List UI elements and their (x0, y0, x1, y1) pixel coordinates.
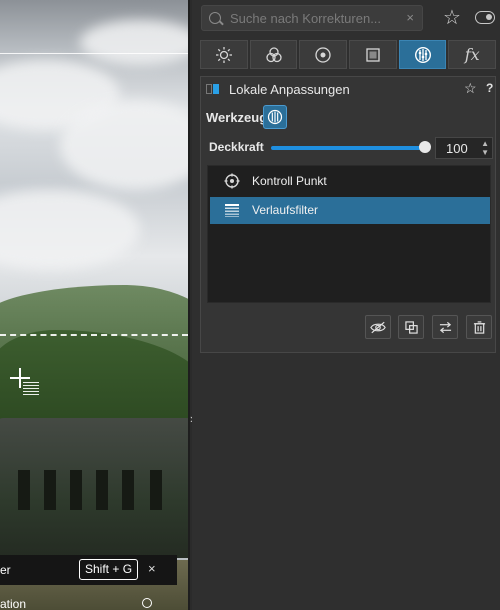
train-window (96, 470, 108, 510)
search-icon (209, 12, 221, 24)
gradient-filter-icon (224, 202, 240, 218)
color-circles-icon (265, 46, 282, 62)
invert-button[interactable] (432, 315, 458, 339)
search-input[interactable] (230, 9, 410, 27)
refresh-icon[interactable] (142, 598, 152, 608)
eye-icon (370, 321, 386, 333)
bottom-label: ation (0, 597, 27, 610)
train-window (150, 470, 162, 510)
opacity-value-field[interactable]: 100 ▲ ▼ (435, 137, 493, 159)
swap-arrows-icon (439, 321, 451, 333)
duplicate-icon (404, 320, 418, 334)
tab-local-adjustments[interactable] (398, 40, 447, 69)
opacity-value: 100 (446, 141, 468, 156)
opacity-slider[interactable] (271, 146, 425, 150)
tab-sun[interactable] (200, 40, 248, 69)
visibility-button[interactable] (365, 315, 391, 339)
train-window (44, 470, 56, 510)
local-adjust-icon (414, 46, 431, 63)
control-point-icon (224, 173, 240, 189)
module-favorite-star-icon[interactable]: ☆ (464, 80, 477, 97)
list-item-label: Kontroll Punkt (252, 174, 327, 188)
tool-button[interactable] (263, 105, 287, 129)
color-wheel-icon (315, 46, 331, 63)
trash-icon (473, 320, 485, 334)
list-item-control-point[interactable]: Kontroll Punkt (210, 168, 490, 195)
cloud (80, 20, 188, 65)
module-toggle-icon[interactable] (206, 84, 220, 94)
tab-effects[interactable]: fx (448, 40, 497, 69)
toggle-switch[interactable] (475, 11, 495, 24)
search-box[interactable]: × (201, 5, 423, 31)
spinner-arrows-icon[interactable]: ▲ ▼ (481, 139, 489, 157)
image-canvas[interactable]: er Shift + G × ation (0, 0, 188, 610)
duplicate-button[interactable] (398, 315, 424, 339)
favorites-star-icon[interactable]: ☆ (443, 5, 461, 30)
train-window (18, 470, 30, 510)
panel-divider[interactable] (188, 0, 190, 610)
module-title: Lokale Anpassungen (229, 82, 350, 97)
shortcut-tooltip: er Shift + G × (0, 555, 177, 585)
local-adjust-icon (267, 109, 283, 125)
gradient-guide-dashed-line[interactable] (0, 334, 188, 336)
list-item-gradient-filter[interactable]: Verlaufsfilter (210, 197, 490, 224)
cloud (0, 190, 140, 270)
shortcut-key: Shift + G (79, 559, 139, 580)
sun-icon (215, 46, 232, 63)
module-header[interactable]: Lokale Anpassungen ☆ ? (201, 77, 495, 101)
tool-label: Werkzeug (206, 110, 268, 125)
frame-icon (366, 47, 380, 62)
tab-geometry[interactable] (349, 40, 397, 69)
right-panel: × ☆ (192, 0, 500, 610)
fx-icon: fx (464, 45, 480, 64)
cloud (60, 100, 188, 190)
close-icon[interactable]: × (148, 561, 156, 576)
tab-color[interactable] (249, 40, 298, 69)
delete-button[interactable] (466, 315, 492, 339)
help-icon[interactable]: ? (486, 81, 493, 95)
clear-icon[interactable]: × (406, 10, 414, 25)
local-adjustments-module: Lokale Anpassungen ☆ ? Werkzeug Deckkraf… (200, 76, 496, 353)
tab-detail[interactable] (299, 40, 348, 69)
opacity-label: Deckkraft (209, 140, 264, 154)
train-window (70, 470, 82, 510)
adjustment-list: Kontroll Punkt Verlaufsfilter (207, 165, 491, 303)
tooltip-text: er (0, 563, 11, 577)
palette-tabs: fx (200, 40, 497, 69)
train-window (122, 470, 134, 510)
app-window: er Shift + G × ation › × ☆ (0, 0, 500, 610)
gradient-cursor-icon (23, 382, 39, 396)
gradient-guide-line[interactable] (0, 53, 188, 54)
list-item-label: Verlaufsfilter (252, 203, 319, 217)
opacity-slider-handle[interactable] (419, 141, 431, 153)
